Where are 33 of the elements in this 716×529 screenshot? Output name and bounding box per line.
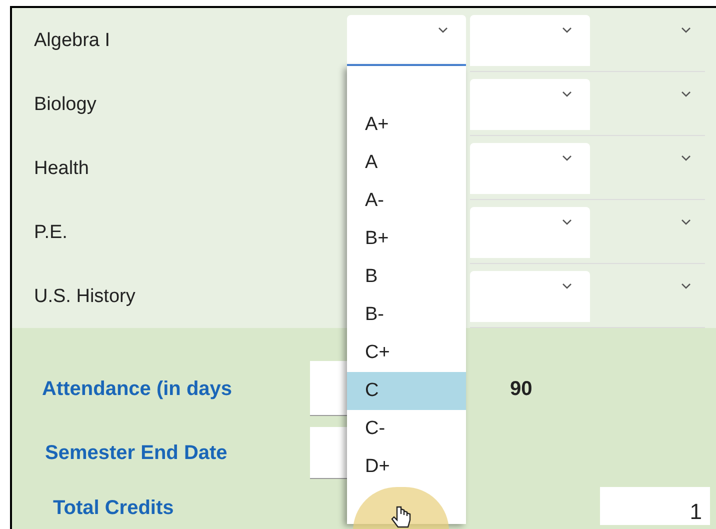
grade-select[interactable] [347,15,466,66]
grade-option[interactable]: B- [347,296,466,334]
chevron-down-icon [681,91,691,97]
semester-end-date-label: Semester End Date [45,441,228,466]
grade-option[interactable]: A [347,144,466,182]
grade-option[interactable]: C [347,372,466,410]
grade-option[interactable]: B [347,258,466,296]
total-credits-input[interactable]: 1 [600,487,710,525]
grade-option[interactable]: D+ [347,448,466,486]
grade-option[interactable]: B+ [347,220,466,258]
course-name: U.S. History [34,285,136,309]
course-name: Health [34,157,90,181]
chevron-down-icon [681,283,691,289]
chevron-down-icon [562,155,572,161]
grade-option[interactable]: A- [347,182,466,220]
hand-cursor-icon [390,505,412,529]
total-credits-label: Total Credits [53,496,174,521]
chevron-down-icon [681,219,691,225]
course-name: P.E. [34,221,68,245]
chevron-down-icon [438,27,448,33]
attendance-value: 90 [510,376,532,402]
chevron-down-icon [681,27,691,33]
course-name: Algebra I [34,29,112,53]
chevron-down-icon [562,27,572,33]
grade-option[interactable]: C+ [347,334,466,372]
chevron-down-icon [681,155,691,161]
grade-option[interactable]: C- [347,410,466,448]
grade-option[interactable]: A+ [347,106,466,144]
chevron-down-icon [562,91,572,97]
chevron-down-icon [562,219,572,225]
course-name: Biology [34,93,98,117]
attendance-label: Attendance (in days [42,376,234,402]
chevron-down-icon [562,283,572,289]
